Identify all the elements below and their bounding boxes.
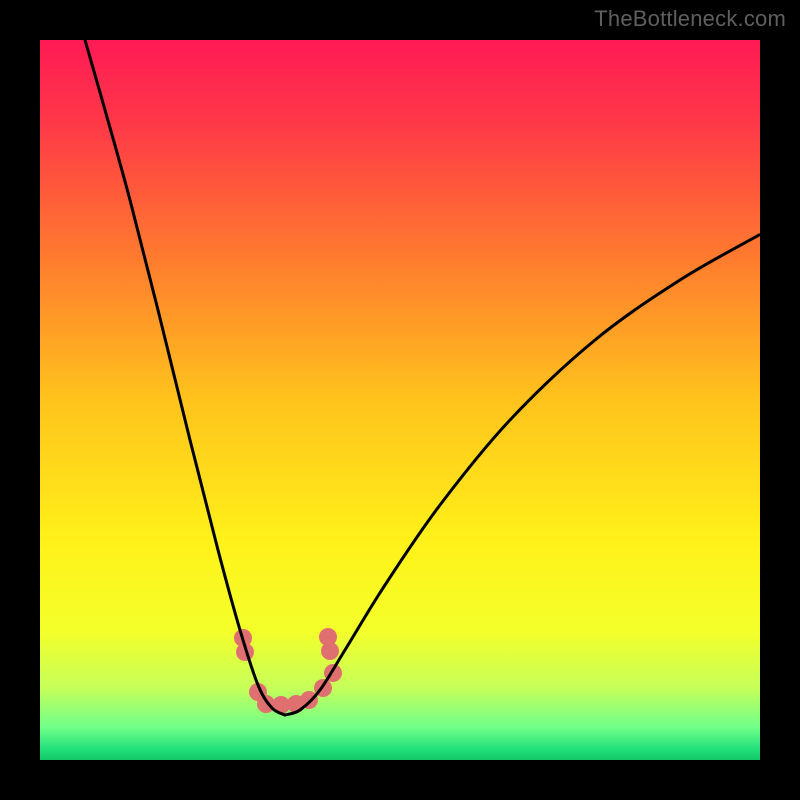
trough-marker: [319, 628, 337, 646]
marker-group: [234, 628, 342, 714]
curve-layer: [40, 40, 760, 760]
curve-right: [285, 235, 759, 715]
chart-frame: TheBottleneck.com: [0, 0, 800, 800]
plot-area: [40, 40, 760, 760]
watermark-text: TheBottleneck.com: [594, 6, 786, 32]
curve-left: [85, 40, 285, 715]
